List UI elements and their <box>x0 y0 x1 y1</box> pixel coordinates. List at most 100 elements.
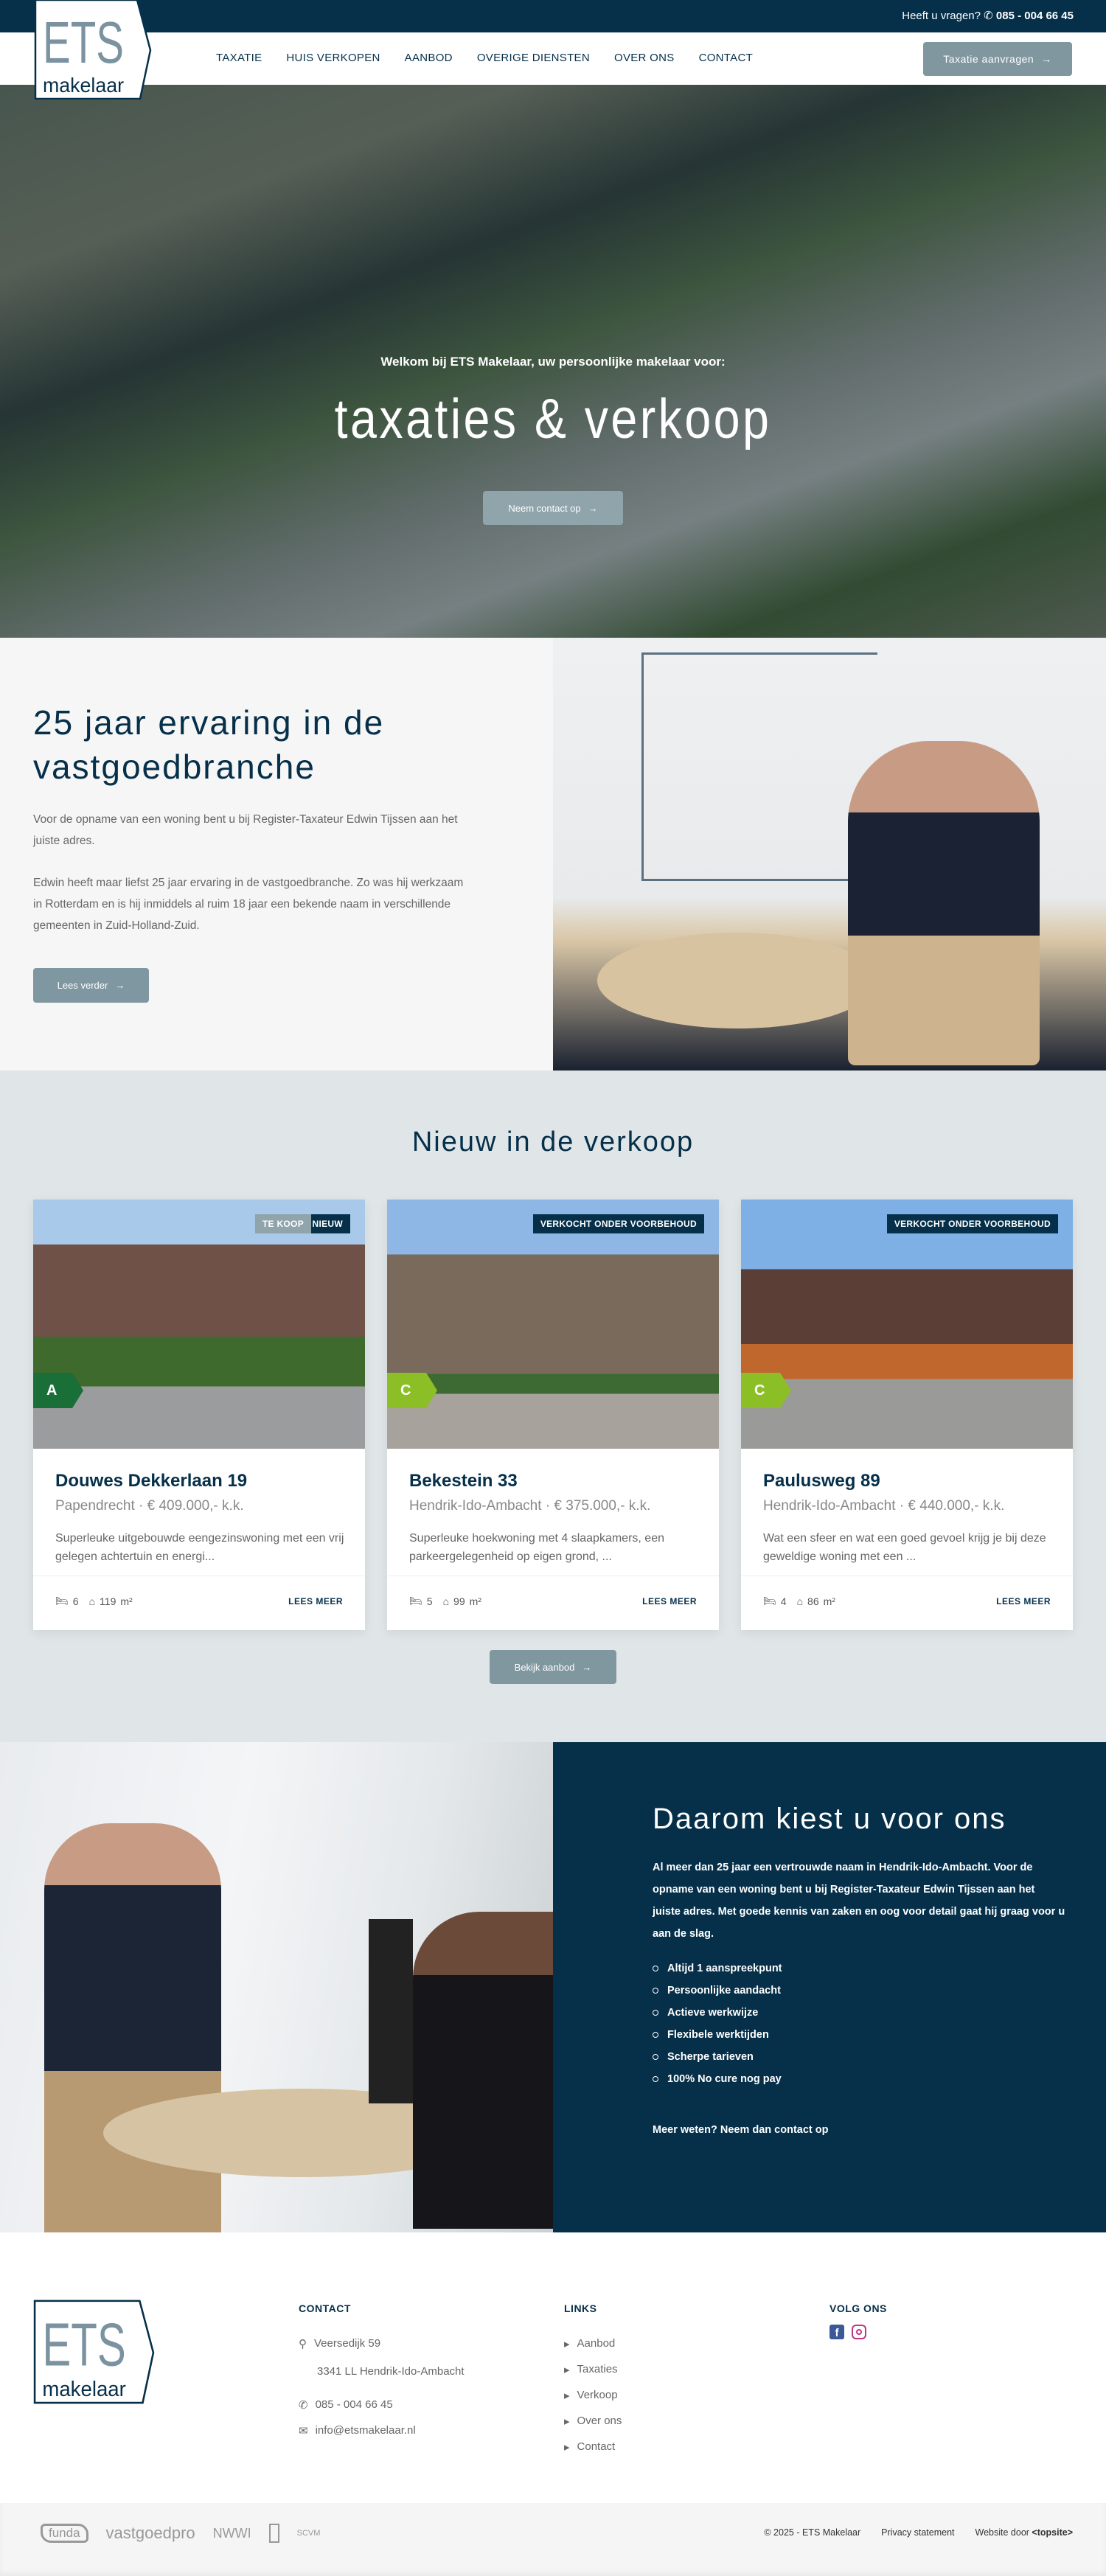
area: 99 <box>453 1595 465 1607</box>
svg-text:makelaar: makelaar <box>42 2378 126 2401</box>
footer-link-verkoop[interactable]: ▸ Verkoop <box>564 2382 622 2408</box>
footer-link-over-ons[interactable]: ▸ Over ons <box>564 2408 622 2434</box>
listing-photo[interactable] <box>33 1200 365 1449</box>
register-logo <box>268 2524 279 2543</box>
taxatie-aanvragen-button[interactable]: Taxatie aanvragen → <box>923 42 1072 76</box>
lees-verder-button[interactable]: Lees verder → <box>33 968 149 1003</box>
why-bullet: Scherpe tarieven <box>653 2046 782 2068</box>
bottom-links: © 2025 - ETS Makelaar Privacy statement … <box>764 2527 1073 2538</box>
listing-street[interactable]: Douwes Dekkerlaan 19 <box>55 1471 247 1491</box>
status-badge: NIEUW <box>305 1214 350 1233</box>
area-unit: m² <box>120 1595 133 1607</box>
phone-number[interactable]: 085 - 004 66 45 <box>996 10 1074 22</box>
bottom-bar: funda vastgoedpro NWWI SCVM © 2025 - ETS… <box>0 2503 1106 2576</box>
partner-logos: funda vastgoedpro NWWI SCVM <box>41 2524 320 2543</box>
listing-card[interactable]: NIEUW TE KOOP A Douwes Dekkerlaan 19 Pape… <box>33 1200 365 1630</box>
bekijk-aanbod-button[interactable]: Bekijk aanbod → <box>490 1650 616 1684</box>
listing-footer: 🛏 6 ⌂ 119 m² LEES MEER <box>33 1576 365 1630</box>
footer-phone[interactable]: ✆ 085 - 004 66 45 <box>299 2392 465 2417</box>
phone-info[interactable]: Heeft u vragen? ✆ 085 - 004 66 45 <box>902 9 1074 22</box>
house-icon: ⌂ <box>796 1595 804 1607</box>
listing-location-price: Hendrik-Ido-Ambacht · € 440.000,- k.k. <box>763 1498 1005 1514</box>
cta-label: Taxatie aanvragen <box>943 53 1034 65</box>
footer-link-contact[interactable]: ▸ Contact <box>564 2434 622 2460</box>
listing-street[interactable]: Bekestein 33 <box>409 1471 518 1491</box>
status-badge: VERKOCHT ONDER VOORBEHOUD <box>532 1214 704 1233</box>
scvm-logo[interactable]: SCVM <box>297 2529 321 2538</box>
listing-card[interactable]: VERKOCHT ONDER VOORBEHOUD C Paulusweg 89… <box>741 1200 1073 1630</box>
footer-social-title: VOLG ONS <box>830 2302 887 2314</box>
lees-meer-link[interactable]: LEES MEER <box>288 1596 343 1606</box>
caret-right-icon: ▸ <box>564 2415 570 2428</box>
nav-item-aanbod[interactable]: AANBOD <box>405 52 453 64</box>
woman-figure <box>413 1912 553 2229</box>
about-photo <box>553 638 1106 1071</box>
area-unit: m² <box>469 1595 481 1607</box>
house-icon: ⌂ <box>88 1595 96 1607</box>
link-label: Taxaties <box>577 2363 618 2375</box>
lees-meer-link[interactable]: LEES MEER <box>642 1596 697 1606</box>
listings-title: Nieuw in de verkoop <box>411 1127 695 1158</box>
logo[interactable]: ETS makelaar <box>34 0 152 100</box>
footer-email[interactable]: ✉ info@etsmakelaar.nl <box>299 2417 465 2443</box>
nav-item-taxatie[interactable]: TAXATIE <box>216 52 262 64</box>
footer-logo[interactable]: ETS makelaar <box>33 2299 155 2409</box>
facebook-icon[interactable]: f <box>830 2325 844 2339</box>
arrow-right-icon: → <box>115 980 125 991</box>
listing-street[interactable]: Paulusweg 89 <box>763 1471 880 1491</box>
bedrooms: 4 <box>780 1595 787 1607</box>
about-section: 25 jaar ervaring in de vastgoedbranche V… <box>0 638 553 1071</box>
listings-section: Nieuw in de verkoop NIEUW TE KOOP A Douwe… <box>0 1071 1106 1742</box>
arrow-right-icon: → <box>1041 53 1052 65</box>
office-logo-wall <box>641 652 877 881</box>
contact-link[interactable]: Meer weten? Neem dan contact op <box>653 2124 829 2136</box>
link-label: Aanbod <box>577 2337 616 2350</box>
footer-link-aanbod[interactable]: ▸ Aanbod <box>564 2330 622 2356</box>
listing-card[interactable]: VERKOCHT ONDER VOORBEHOUD C Bekestein 33… <box>387 1200 719 1630</box>
why-list: Altijd 1 aanspreekpunt Persoonlijke aand… <box>653 1957 782 2090</box>
listing-features: 🛏 6 ⌂ 119 m² <box>55 1595 133 1607</box>
funda-logo[interactable]: funda <box>41 2524 88 2543</box>
link-label: Contact <box>577 2440 616 2453</box>
footer-link-taxaties[interactable]: ▸ Taxaties <box>564 2356 622 2382</box>
listing-photo[interactable] <box>741 1200 1073 1449</box>
why-bullet: Actieve werkwijze <box>653 2002 782 2024</box>
address-city: 3341 LL Hendrik-Ido-Ambacht <box>317 2364 465 2378</box>
street-text: Veersedijk 59 <box>314 2337 381 2350</box>
svg-text:ETS: ETS <box>42 2311 125 2379</box>
vase <box>369 1919 413 2103</box>
instagram-icon[interactable] <box>852 2325 866 2339</box>
status-badge: TE KOOP <box>254 1214 311 1233</box>
nav-item-over-ons[interactable]: OVER ONS <box>614 52 675 64</box>
vastgoedpro-logo[interactable]: vastgoedpro <box>106 2524 195 2543</box>
office-table <box>597 933 877 1028</box>
privacy-link[interactable]: Privacy statement <box>881 2527 954 2538</box>
person-photo <box>848 741 1040 1065</box>
status-badge: VERKOCHT ONDER VOORBEHOUD <box>886 1214 1058 1233</box>
office-meeting-photo <box>0 1742 553 2236</box>
credit[interactable]: Website door <topsite> <box>975 2527 1073 2538</box>
nav-item-contact[interactable]: CONTACT <box>699 52 753 64</box>
area: 119 <box>100 1595 116 1607</box>
lees-meer-link[interactable]: LEES MEER <box>996 1596 1051 1606</box>
nwwi-logo[interactable]: NWWI <box>213 2526 251 2541</box>
listing-photo[interactable] <box>387 1200 719 1449</box>
phone-icon: ✆ <box>984 10 993 22</box>
nav-item-overige-diensten[interactable]: OVERIGE DIENSTEN <box>477 52 590 64</box>
nav-item-huis-verkopen[interactable]: HUIS VERKOPEN <box>286 52 380 64</box>
contact-button[interactable]: Neem contact op → <box>483 491 623 525</box>
question-text: Heeft u vragen? <box>902 10 981 22</box>
phone-icon: ✆ <box>299 2398 308 2412</box>
address-street: ⚲ Veersedijk 59 <box>299 2330 465 2356</box>
caret-right-icon: ▸ <box>564 2337 570 2350</box>
listing-footer: 🛏 4 ⌂ 86 m² LEES MEER <box>741 1576 1073 1630</box>
link-label: Verkoop <box>577 2389 618 2401</box>
phone-text: 085 - 004 66 45 <box>315 2398 393 2411</box>
man-figure <box>44 1823 221 2236</box>
house-icon: ⌂ <box>442 1595 450 1607</box>
contact-button-label: Neem contact op <box>508 502 581 514</box>
hero: Welkom bij ETS Makelaar, uw persoonlijke… <box>0 85 1106 638</box>
footer-contact: CONTACT ⚲ Veersedijk 59 3341 LL Hendrik-I… <box>299 2302 465 2443</box>
link-label: Over ons <box>577 2415 622 2427</box>
footer-social: VOLG ONS f <box>830 2302 887 2339</box>
